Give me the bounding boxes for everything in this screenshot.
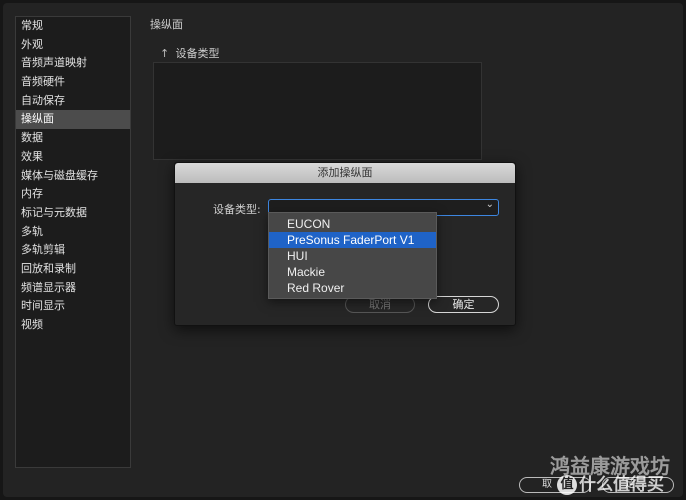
device-type-dropdown-menu: EUCON PreSonus FaderPort V1 HUI Mackie Red R…: [268, 212, 437, 299]
sidebar-item[interactable]: 常规: [16, 17, 130, 36]
watermark-logo: 值什么值得买: [557, 470, 664, 495]
sidebar-item[interactable]: 回放和录制: [16, 260, 130, 279]
sidebar-item[interactable]: 自动保存: [16, 92, 130, 111]
sidebar-item[interactable]: 数据: [16, 129, 130, 148]
dropdown-option[interactable]: EUCON: [269, 216, 436, 232]
dialog-title: 添加操纵面: [175, 163, 515, 183]
sidebar-item[interactable]: 多轨剪辑: [16, 241, 130, 260]
sidebar-item[interactable]: 效果: [16, 148, 130, 167]
sidebar-item[interactable]: 内存: [16, 185, 130, 204]
sidebar-item[interactable]: 多轨: [16, 223, 130, 242]
sidebar-item[interactable]: 媒体与磁盘缓存: [16, 167, 130, 186]
chevron-down-icon: ⌄: [485, 199, 494, 210]
sidebar-item[interactable]: 时间显示: [16, 297, 130, 316]
sidebar-item[interactable]: 音频声道映射: [16, 54, 130, 73]
column-header-label: 设备类型: [175, 47, 220, 60]
watermark-logo-text: 什么值得买: [579, 475, 664, 495]
watermark-badge-icon: 值: [557, 475, 577, 495]
dropdown-option[interactable]: PreSonus FaderPort V1: [269, 232, 436, 248]
device-type-column-header[interactable]: ↑ 设备类型: [160, 45, 220, 61]
sidebar-item[interactable]: 操纵面: [16, 110, 130, 130]
sidebar-item[interactable]: 视频: [16, 316, 130, 335]
dialog-ok-button[interactable]: 确定: [428, 296, 499, 313]
dropdown-option[interactable]: HUI: [269, 248, 436, 264]
sidebar-item[interactable]: 音频硬件: [16, 73, 130, 92]
sidebar-item[interactable]: 频谱显示器: [16, 279, 130, 298]
dropdown-option[interactable]: Red Rover: [269, 280, 436, 296]
sidebar-item[interactable]: 外观: [16, 36, 130, 55]
preferences-sidebar: 常规 外观 音频声道映射 音频硬件 自动保存 操纵面 数据 效果 媒体与磁盘缓存 内存 标记与元数据…: [15, 16, 131, 468]
control-surface-device-list[interactable]: [153, 62, 482, 160]
section-title: 操纵面: [150, 18, 183, 31]
sidebar-item[interactable]: 标记与元数据: [16, 204, 130, 223]
sort-up-arrow-icon: ↑: [160, 47, 170, 60]
device-type-label: 设备类型:: [213, 203, 261, 216]
dropdown-option[interactable]: Mackie: [269, 264, 436, 280]
